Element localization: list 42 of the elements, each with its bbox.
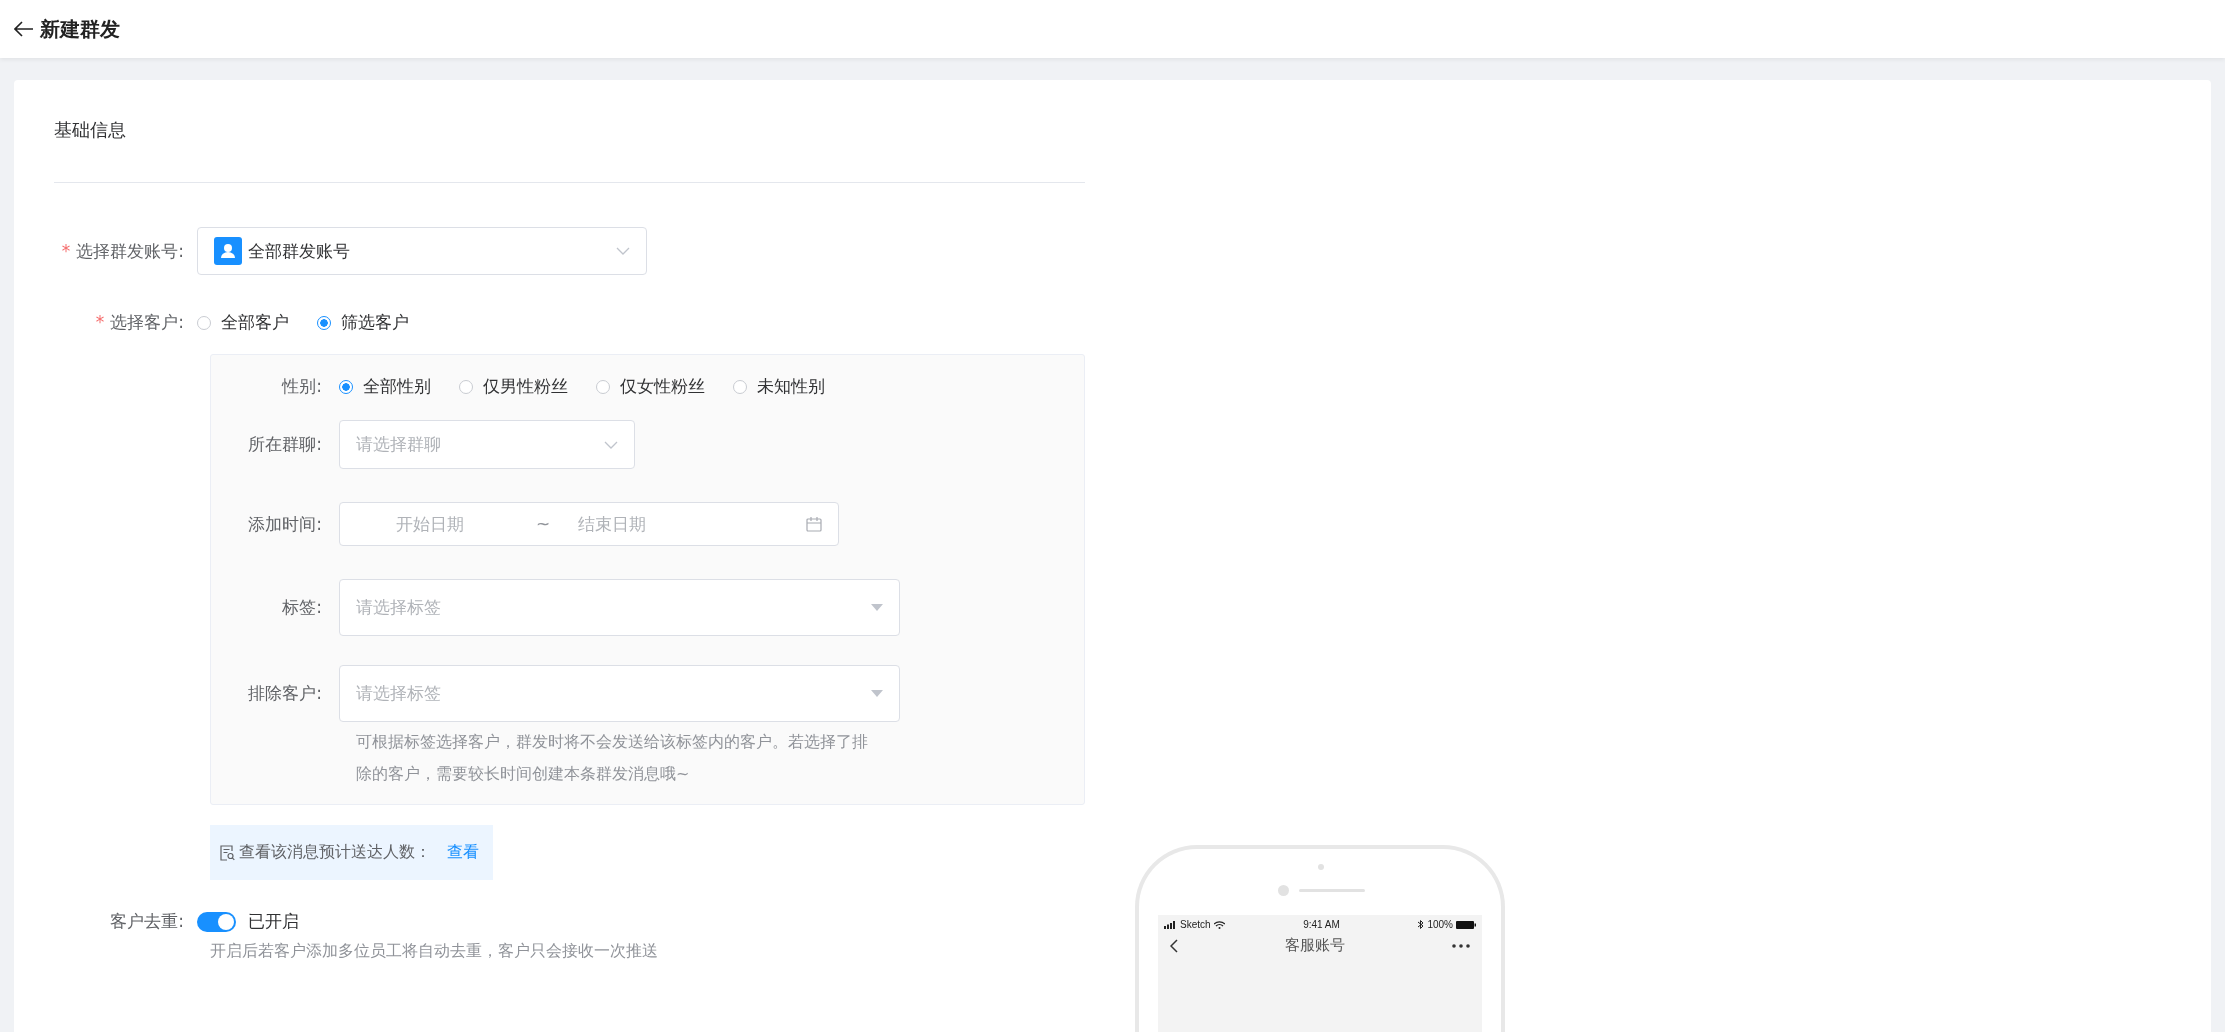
hint-text: 可根据标签选择客户，群发时将不会发送给该标签内的客户。若选择了排除的客户，需要较长时间创建本条群发消息哦~ xyxy=(356,731,869,785)
caret-down-icon xyxy=(871,690,883,697)
camera-dot-icon xyxy=(1278,885,1289,896)
page-title: 新建群发 xyxy=(40,15,120,43)
sensor-dot-icon xyxy=(1317,863,1325,871)
more-icon[interactable] xyxy=(1452,943,1470,948)
section-title: 基础信息 xyxy=(54,118,1085,183)
caret-down-icon xyxy=(871,604,883,611)
back-arrow-icon[interactable] xyxy=(14,21,34,37)
field-label: 排除客户: xyxy=(247,682,323,705)
calendar-icon xyxy=(806,516,822,532)
signal-icon xyxy=(1164,920,1177,929)
reach-text: 查看该消息预计送达人数： xyxy=(239,842,431,863)
field-label: 客户去重: xyxy=(109,910,185,933)
field-label: 标签: xyxy=(281,596,323,619)
wifi-icon xyxy=(1213,920,1225,929)
person-icon xyxy=(214,237,242,265)
chevron-down-icon xyxy=(604,440,618,449)
field-label: 性别: xyxy=(280,375,323,398)
radio-option[interactable]: 仅女性粉丝 xyxy=(596,375,705,398)
chevron-down-icon xyxy=(616,247,630,255)
field-label: * 选择群发账号: xyxy=(60,239,185,263)
status-time: 9:41 AM xyxy=(1303,919,1340,930)
radio-option[interactable]: 全部客户 xyxy=(197,311,289,334)
radio-option[interactable]: 全部性别 xyxy=(339,375,431,398)
hint-text: 开启后若客户添加多位员工将自动去重，客户只会接收一次推送 xyxy=(210,941,659,962)
account-select[interactable]: 全部群发账号 xyxy=(197,227,647,275)
radio-option[interactable]: 筛选客户 xyxy=(317,311,409,334)
phone-title: 客服账号 xyxy=(1285,936,1345,955)
toggle-switch[interactable] xyxy=(197,911,236,932)
back-chevron-icon[interactable] xyxy=(1170,938,1178,953)
document-search-icon xyxy=(220,844,235,861)
battery-icon xyxy=(1456,920,1476,929)
radio-option[interactable]: 仅男性粉丝 xyxy=(459,375,568,398)
bluetooth-icon xyxy=(1418,920,1425,929)
field-label: 所在群聊: xyxy=(247,433,323,456)
field-label: 添加时间: xyxy=(247,512,323,536)
battery-percent: 100% xyxy=(1427,919,1453,930)
carrier-text: Sketch xyxy=(1180,919,1211,930)
radio-option[interactable]: 未知性别 xyxy=(733,375,825,398)
toggle-status: 已开启 xyxy=(248,910,299,933)
field-label: * 选择客户: xyxy=(94,311,185,334)
